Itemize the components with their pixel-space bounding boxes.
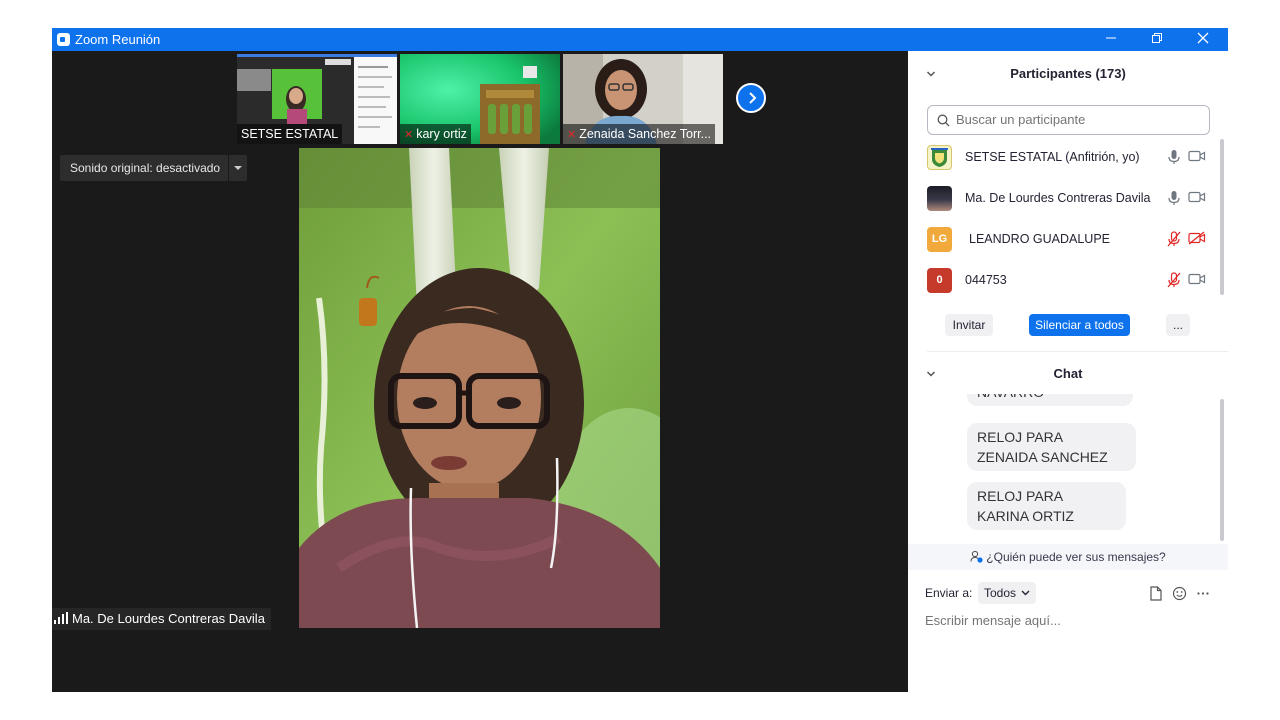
avatar: [927, 186, 952, 211]
chat-messages: NAVARRO RELOJ PARA ZENAIDA SANCHEZ RELOJ…: [908, 394, 1220, 544]
active-speaker-name-tag: Ma. De Lourdes Contreras Davila: [52, 608, 271, 630]
video-camera-icon[interactable]: [1188, 190, 1206, 204]
zoom-window: Zoom Reunión SETSE ESTATAL ✕ kary ortiz …: [52, 28, 1228, 692]
chat-title: Chat: [1053, 366, 1083, 381]
participant-thumbnail[interactable]: ✕ Zenaida Sanchez Torr...: [563, 54, 723, 144]
avatar: LG: [927, 227, 952, 252]
original-sound-label: Sonido original: desactivado: [70, 161, 221, 175]
participant-list-scrollbar[interactable]: [1220, 139, 1224, 295]
speaker-video-frame: [299, 148, 660, 628]
mute-all-button[interactable]: Silenciar a todos: [1029, 314, 1130, 336]
recipient-value: Todos: [984, 586, 1017, 600]
organization-logo-icon: [931, 148, 948, 167]
participant-row[interactable]: SETSE ESTATAL (Anfitrión, yo): [908, 137, 1220, 177]
window-title: Zoom Reunión: [75, 32, 161, 47]
participant-row[interactable]: LG LEANDRO GUADALUPE: [908, 219, 1220, 259]
next-page-button[interactable]: [736, 83, 766, 113]
avatar: 0: [927, 268, 952, 293]
mic-muted-icon: ✕: [404, 129, 414, 141]
who-can-see-label: ¿Quién puede ver sus mensajes?: [986, 550, 1166, 564]
participant-name: 044753: [965, 273, 1007, 287]
microphone-muted-icon[interactable]: [1167, 231, 1181, 247]
invite-button[interactable]: Invitar: [945, 314, 993, 336]
video-camera-icon[interactable]: [1188, 272, 1206, 286]
participant-search-input[interactable]: [954, 111, 1198, 128]
active-speaker-name: Ma. De Lourdes Contreras Davila: [72, 611, 265, 626]
participant-thumbnail[interactable]: ✕ kary ortiz: [400, 54, 560, 144]
avatar: [927, 145, 952, 170]
participant-name: SETSE ESTATAL (Anfitrión, yo): [965, 150, 1140, 164]
participant-row[interactable]: Ma. De Lourdes Contreras Davila: [908, 178, 1220, 218]
close-button[interactable]: [1180, 28, 1226, 51]
participant-row[interactable]: 0 044753: [908, 260, 1220, 297]
send-to-label: Enviar a:: [925, 586, 973, 600]
video-area: SETSE ESTATAL ✕ kary ortiz ✕ Zenaida San…: [52, 51, 908, 692]
chevron-down-icon[interactable]: [228, 155, 247, 181]
microphone-icon[interactable]: [1167, 149, 1181, 165]
recipient-dropdown[interactable]: Todos: [978, 582, 1037, 604]
chat-message-input[interactable]: [925, 613, 1215, 628]
minimize-button[interactable]: [1088, 28, 1134, 51]
close-icon: [1197, 32, 1209, 44]
chat-message: RELOJ PARA ZENAIDA SANCHEZ: [967, 423, 1136, 471]
participant-thumbnail[interactable]: SETSE ESTATAL: [237, 54, 397, 144]
person-info-icon: [970, 550, 983, 563]
side-panel: Participantes (173) SETSE ESTATAL (Anfit…: [908, 51, 1228, 692]
thumbnail-name: ✕ Zenaida Sanchez Torr...: [563, 124, 716, 144]
chevron-down-icon: [1021, 590, 1030, 596]
video-camera-icon[interactable]: [1188, 149, 1206, 163]
chat-message: RELOJ PARA KARINA ORTIZ: [967, 482, 1126, 530]
active-speaker-video: [299, 148, 660, 628]
restore-button[interactable]: [1134, 28, 1180, 51]
thumbnail-name: ✕ kary ortiz: [400, 124, 471, 144]
original-sound-button[interactable]: Sonido original: desactivado: [60, 155, 247, 181]
section-divider: [927, 351, 1228, 352]
file-icon[interactable]: [1149, 586, 1163, 601]
chat-message: NAVARRO: [967, 394, 1133, 406]
title-bar: Zoom Reunión: [52, 28, 1228, 51]
participant-list: SETSE ESTATAL (Anfitrión, yo) Ma. De Lou…: [908, 137, 1220, 297]
emoji-icon[interactable]: [1172, 586, 1187, 601]
search-icon: [937, 114, 950, 127]
participant-name: LEANDRO GUADALUPE: [969, 232, 1111, 246]
participant-name: Ma. De Lourdes Contreras Davila: [965, 191, 1151, 205]
zoom-logo-icon: [57, 33, 70, 46]
microphone-muted-icon[interactable]: [1167, 272, 1181, 288]
participant-search[interactable]: [927, 105, 1210, 135]
thumbnail-name-text: kary ortiz: [416, 127, 467, 141]
thumbnail-name-text: Zenaida Sanchez Torr...: [579, 127, 712, 141]
chevron-right-icon: [749, 92, 757, 104]
microphone-icon[interactable]: [1167, 190, 1181, 206]
thumbnail-name: SETSE ESTATAL: [237, 124, 343, 144]
more-options-button[interactable]: ...: [1166, 314, 1190, 336]
signal-strength-icon: [54, 612, 68, 624]
restore-icon: [1152, 33, 1162, 43]
more-icon[interactable]: [1196, 586, 1210, 601]
minimize-icon: [1106, 37, 1116, 39]
mic-muted-icon: ✕: [567, 129, 577, 141]
participants-title: Participantes (173): [1010, 66, 1126, 81]
chat-scrollbar[interactable]: [1220, 399, 1224, 541]
who-can-see-messages[interactable]: ¿Quién puede ver sus mensajes?: [908, 544, 1228, 570]
video-camera-off-icon[interactable]: [1188, 231, 1206, 245]
